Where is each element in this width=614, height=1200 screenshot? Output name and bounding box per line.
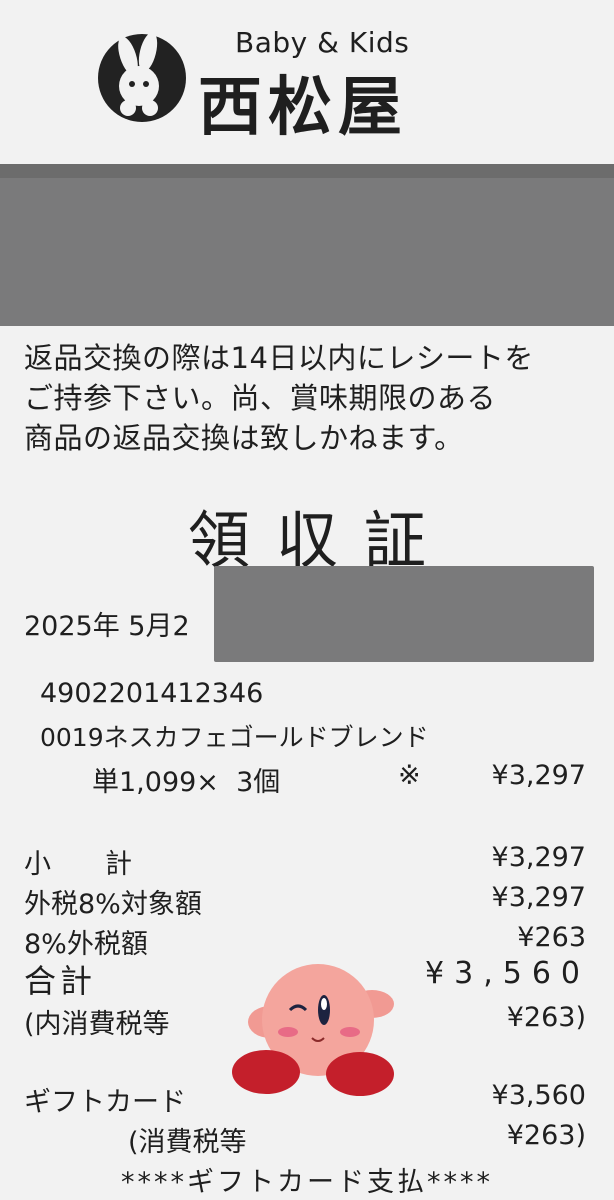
total-amount: ¥3,560 [425, 956, 590, 991]
tax-amount: ¥263 [517, 922, 586, 953]
notice-line: 返品交換の際は14日以内にレシートを [24, 341, 534, 375]
tax-included-label: (内消費税等 [24, 1009, 170, 1040]
item-amount: ¥3,297 [491, 760, 586, 791]
tax-included-amount: ¥263) [506, 1002, 586, 1033]
subtotal-amount: ¥3,297 [491, 842, 586, 873]
subtotal-label: 小 計 [24, 849, 132, 880]
item-mark: ※ [398, 760, 421, 791]
payment-amount: ¥3,560 [491, 1080, 586, 1111]
rabbit-emblem-icon [98, 32, 186, 122]
payment-tax-amount: ¥263) [506, 1120, 586, 1151]
taxable-amount-label: 外税8%対象額 [24, 889, 202, 920]
store-logo: Baby & Kids 西松屋 [92, 26, 522, 145]
redacted-date-info [214, 566, 594, 662]
notice-line: 商品の返品交換は致しかねます。 [24, 421, 464, 455]
redacted-store-info [0, 164, 614, 326]
notice-line: ご持参下さい。尚、賞味期限のある [24, 381, 497, 415]
item-name: 0019ネスカフェゴールドブレンド [40, 723, 429, 752]
store-name: 西松屋 [198, 71, 408, 145]
item-barcode-number: 4902201412346 [40, 678, 264, 709]
item-quantity: 単1,099× 3個 [92, 767, 281, 798]
total-label: 合計 [24, 962, 97, 1000]
receipt: Baby & Kids 西松屋 返品交換の際は14日以内にレシートを ご持参下さい… [0, 0, 614, 1200]
taxable-amount: ¥3,297 [491, 882, 586, 913]
return-notice: 返品交換の際は14日以内にレシートを ご持参下さい。尚、賞味期限のある 商品の返品交… [24, 338, 534, 458]
logo-subtitle: Baby & Kids [235, 26, 410, 59]
payment-method-label: ギフトカード [24, 1087, 186, 1118]
transaction-date: 2025年 5月2 [24, 611, 190, 642]
kirby-sticker [232, 964, 394, 1096]
payment-tax-label: (消費税等 [128, 1127, 247, 1158]
payment-footer: ****ギフトカード支払**** [121, 1167, 493, 1198]
